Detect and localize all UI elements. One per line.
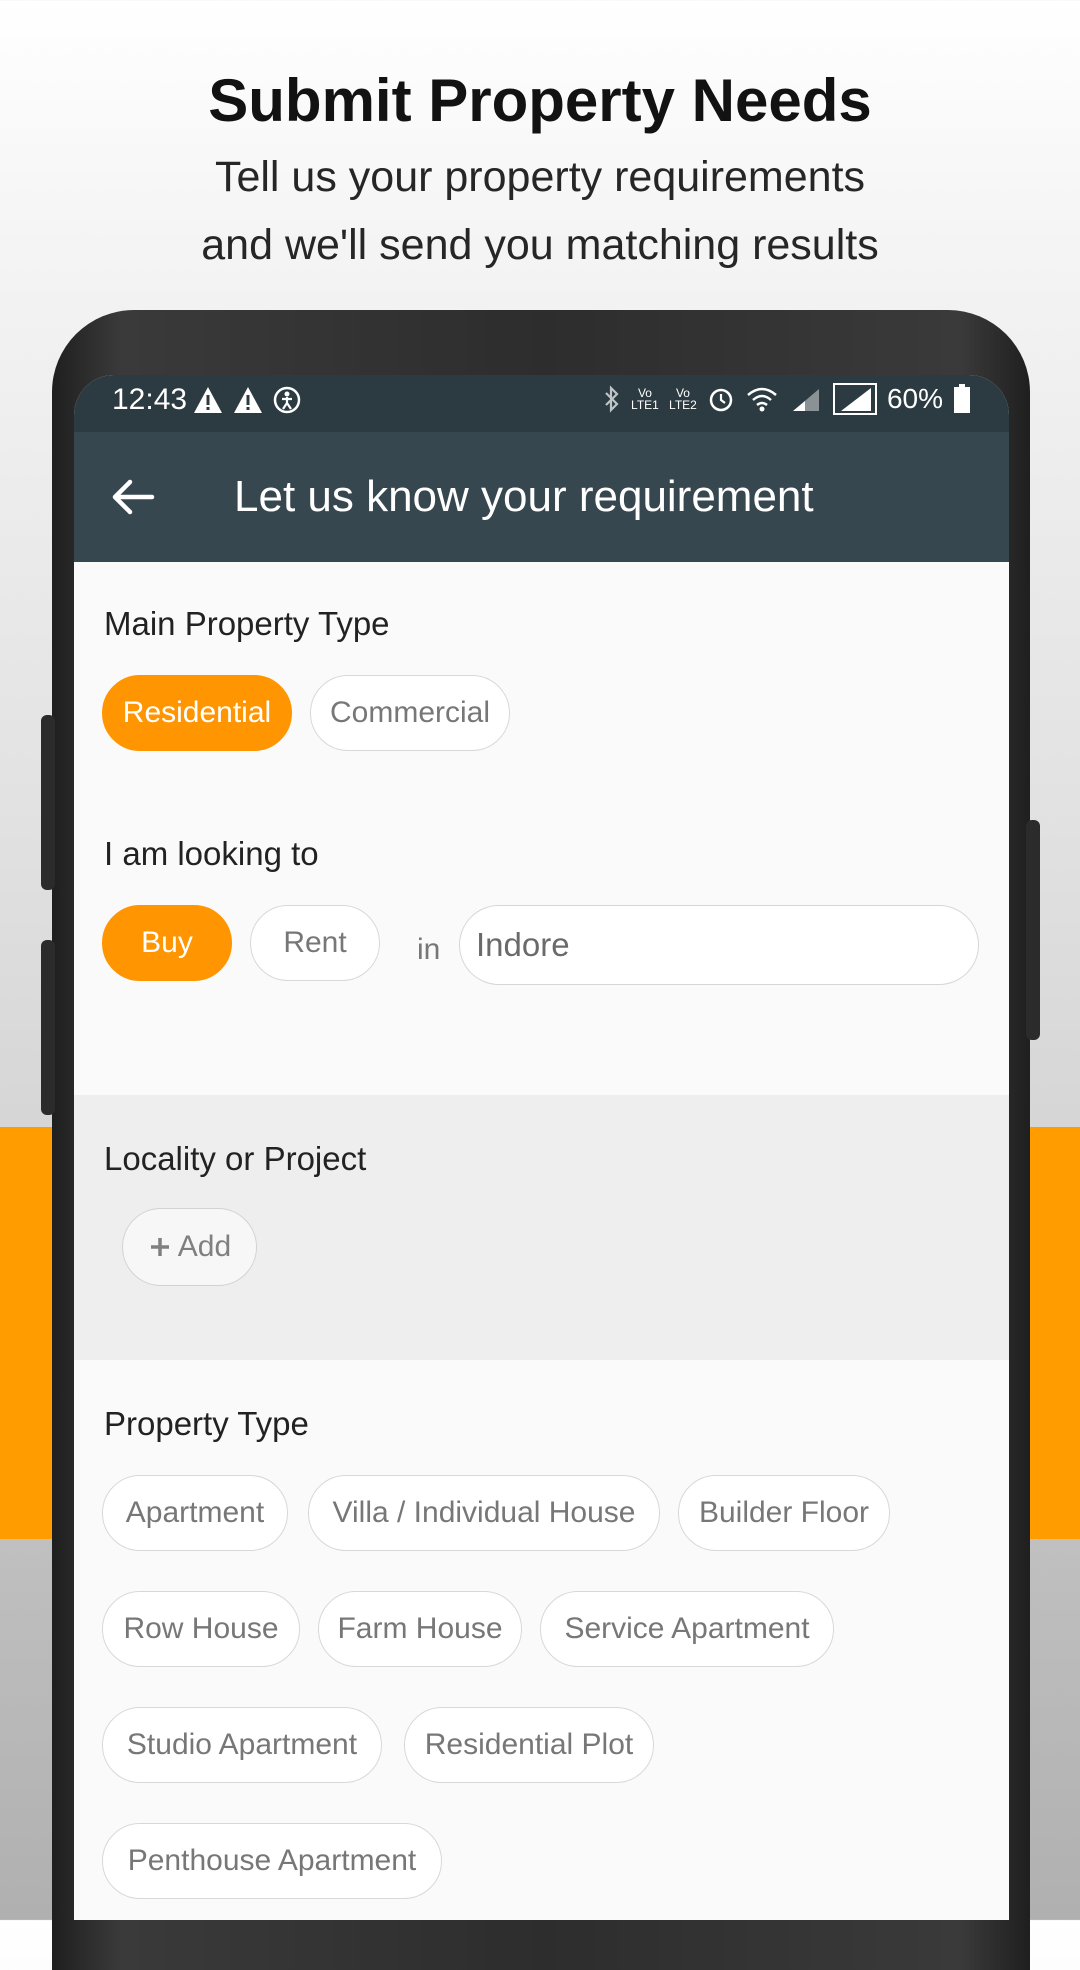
promo-subtitle-line-1: Tell us your property requirements (214, 153, 866, 201)
status-notification-icons (192, 385, 302, 415)
promo-subtitle: Tell us your property requirements and w… (0, 143, 1080, 279)
city-input[interactable] (459, 905, 979, 985)
phone-power-button (1026, 820, 1040, 1040)
looking-to-label: I am looking to (104, 835, 319, 872)
chip-residential-plot[interactable]: Residential Plot (404, 1707, 654, 1783)
chip-builder-floor[interactable]: Builder Floor (678, 1475, 890, 1551)
signal-icon (832, 383, 877, 415)
in-label: in (417, 933, 441, 966)
chip-studio-apartment[interactable]: Studio Apartment (102, 1707, 382, 1783)
bluetooth-icon (605, 385, 619, 413)
phone-volume-up-button (41, 715, 55, 890)
arrow-left-icon[interactable] (108, 472, 158, 522)
promo-title: Submit Property Needs (208, 67, 872, 134)
chip-penthouse-apartment[interactable]: Penthouse Apartment (102, 1823, 442, 1899)
phone-volume-down-button (41, 940, 55, 1115)
chip-buy[interactable]: Buy (102, 905, 232, 981)
warning-icon (194, 387, 222, 413)
chip-rent[interactable]: Rent (250, 905, 380, 981)
chip-villa-individual-house[interactable]: Villa / Individual House (308, 1475, 660, 1551)
property-type-label: Property Type (104, 1405, 309, 1442)
main-property-type-label: Main Property Type (104, 605, 390, 642)
status-time: 12:43 (112, 383, 188, 416)
accessibility-icon (273, 386, 301, 414)
battery-icon (954, 384, 970, 413)
chip-row-house[interactable]: Row House (102, 1591, 300, 1667)
promo-subtitle-line-2: and we'll send you matching results (201, 221, 879, 269)
plus-icon (150, 1238, 169, 1256)
app-bar: Let us know your requirement (74, 432, 1009, 562)
status-system-icons: Vo LTE1 Vo LTE2 60% (603, 383, 971, 415)
chip-farm-house[interactable]: Farm House (318, 1591, 522, 1667)
locality-label: Locality or Project (104, 1140, 367, 1177)
lte2-indicator: Vo LTE2 (669, 386, 697, 412)
wifi-icon (747, 387, 777, 412)
chip-residential[interactable]: Residential (102, 675, 292, 751)
signal-icon (792, 389, 819, 411)
app-bar-title: Let us know your requirement (234, 472, 814, 521)
add-locality-label: Add (177, 1230, 232, 1263)
chip-service-apartment[interactable]: Service Apartment (540, 1591, 834, 1667)
battery-percent: 60% (886, 383, 943, 414)
status-bar: 12:43 Vo LTE1 Vo LTE2 60% (74, 375, 1009, 432)
phone-screen: 12:43 Vo LTE1 Vo LTE2 60% Let us know yo… (74, 375, 1009, 1920)
chip-commercial[interactable]: Commercial (310, 675, 510, 751)
add-locality-button[interactable]: Add (122, 1208, 257, 1286)
lte1-indicator: Vo LTE1 (631, 386, 659, 412)
warning-icon (234, 387, 262, 413)
chip-apartment[interactable]: Apartment (102, 1475, 288, 1551)
alarm-icon (709, 388, 733, 412)
